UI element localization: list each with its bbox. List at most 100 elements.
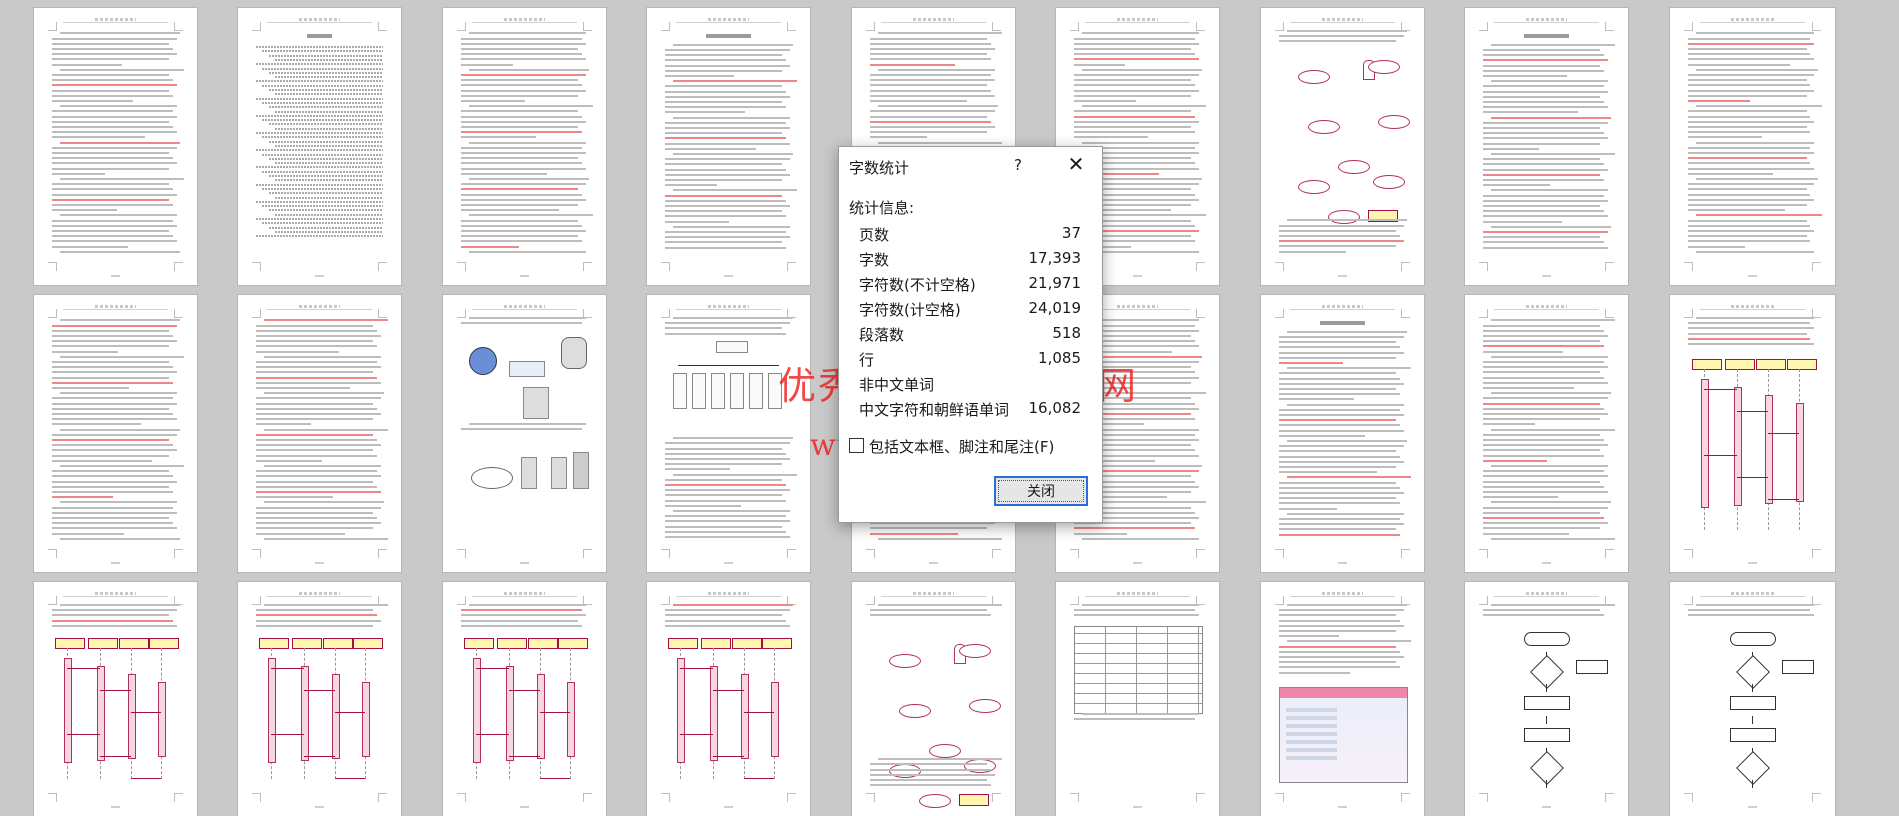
text-line: [51, 157, 173, 160]
text-line: [672, 43, 794, 46]
text-line: [1482, 49, 1600, 52]
close-icon[interactable]: ✕: [1063, 153, 1089, 177]
text-line: [255, 522, 381, 525]
crop-mark: [1275, 262, 1284, 271]
page-thumbnail[interactable]: [647, 8, 810, 285]
text-line: [664, 494, 782, 497]
page-thumbnail[interactable]: [1465, 8, 1628, 285]
text-line: [255, 329, 377, 332]
computer-icon: [520, 457, 537, 489]
page-thumbnail[interactable]: [1670, 582, 1835, 816]
text-line: [1482, 95, 1600, 98]
text-line: [1081, 604, 1199, 606]
page-thumbnail[interactable]: [1261, 8, 1424, 285]
page-header: [1290, 18, 1395, 23]
text-line: [51, 522, 173, 525]
page-thumbnail[interactable]: [443, 582, 606, 816]
text-line: [664, 452, 786, 455]
close-button[interactable]: 关闭: [994, 476, 1088, 506]
page-thumbnail[interactable]: [647, 582, 810, 816]
page-body: [1688, 30, 1822, 261]
toc-entry: [262, 67, 384, 70]
text-line: [460, 229, 586, 232]
page-number: [723, 275, 734, 277]
page-thumbnail[interactable]: [238, 295, 401, 572]
page-thumbnail[interactable]: [647, 295, 810, 572]
page-thumbnail[interactable]: [1056, 582, 1219, 816]
text-line: [1482, 132, 1604, 135]
text-line: [468, 32, 586, 35]
text-line: [869, 120, 991, 123]
page-thumbnail[interactable]: [34, 295, 197, 572]
text-line: [263, 464, 381, 467]
include-textboxes-checkbox[interactable]: [849, 438, 864, 453]
text-line: [1688, 162, 1811, 165]
message-arrow: [539, 711, 571, 713]
message-arrow: [509, 755, 540, 757]
text-line: [51, 516, 169, 519]
text-line: [664, 609, 790, 612]
text-line: [468, 141, 586, 144]
toc-entry: [255, 149, 384, 152]
text-line: [51, 444, 173, 447]
include-textboxes-label[interactable]: 包括文本框、脚注和尾注(F): [869, 436, 1054, 457]
page-header: [63, 305, 168, 310]
stat-value: 24,019: [1028, 299, 1082, 317]
page-thumbnail[interactable]: [1465, 295, 1628, 572]
page-header: [676, 592, 781, 597]
text-line: [1688, 229, 1815, 232]
page-header: [63, 592, 168, 597]
toc-entry: [262, 50, 384, 53]
lifeline-head: [668, 637, 699, 649]
page-thumbnail[interactable]: [1670, 295, 1835, 572]
text-line: [1278, 414, 1404, 417]
page-thumbnail[interactable]: [1465, 582, 1628, 816]
crop-mark: [1479, 549, 1488, 558]
help-icon[interactable]: ?: [1008, 155, 1028, 175]
text-line: [1482, 111, 1579, 114]
page-thumbnail[interactable]: [238, 8, 401, 285]
page-thumbnail[interactable]: [443, 8, 606, 285]
note-box: [959, 794, 990, 806]
page-body: [1482, 30, 1616, 261]
text-line: [664, 525, 782, 528]
text-line: [1490, 153, 1616, 156]
stat-value: 17,393: [1028, 249, 1082, 267]
text-line: [59, 355, 185, 358]
text-line: [869, 110, 995, 113]
lifeline-head: [55, 637, 86, 649]
text-line: [1073, 125, 1191, 128]
text-line: [1482, 402, 1600, 405]
page-thumbnail[interactable]: [1670, 8, 1835, 285]
text-line: [1278, 388, 1396, 391]
text-line: [460, 224, 582, 227]
text-line: [51, 47, 173, 50]
stat-label: 行: [859, 351, 875, 369]
text-line: [51, 449, 177, 452]
text-line: [59, 537, 181, 540]
message-arrow: [1737, 476, 1768, 478]
text-line: [1278, 346, 1400, 349]
text-line: [1286, 367, 1412, 370]
text-line: [1482, 215, 1608, 218]
text-line: [51, 89, 169, 92]
text-line: [460, 94, 578, 97]
page-thumbnail[interactable]: [1261, 582, 1424, 816]
text-line: [664, 499, 786, 502]
text-line: [255, 444, 381, 447]
flow-arrow: [1752, 716, 1754, 724]
page-thumbnail[interactable]: [443, 295, 606, 572]
page-thumbnail[interactable]: [34, 582, 197, 816]
text-line: [1688, 157, 1807, 160]
page-thumbnail[interactable]: [34, 8, 197, 285]
text-line: [255, 407, 377, 410]
page-thumbnail[interactable]: [1261, 295, 1424, 572]
org-node: [729, 373, 744, 409]
text-line: [869, 784, 991, 787]
text-line: [1278, 398, 1354, 401]
page-thumbnail[interactable]: [238, 582, 401, 816]
stat-row-lines: 行 1,085: [859, 349, 1081, 373]
text-line: [51, 99, 134, 102]
page-thumbnail[interactable]: [852, 582, 1015, 816]
text-line: [51, 480, 177, 483]
